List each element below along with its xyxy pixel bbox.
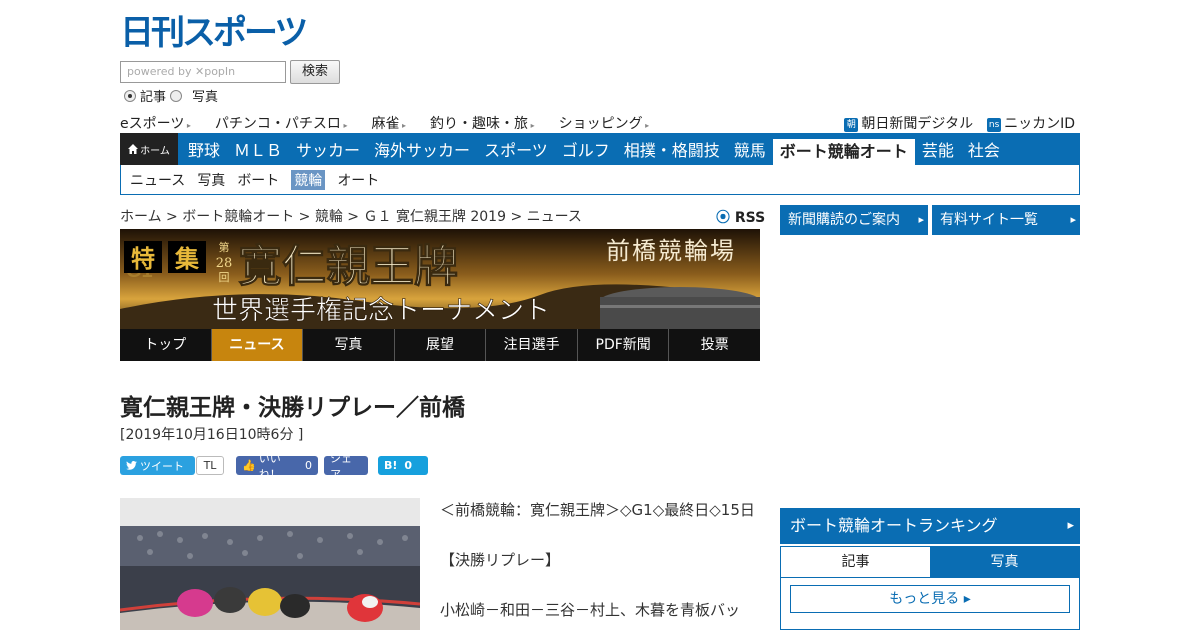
link-mahjong[interactable]: 麻雀 [371,113,406,133]
rss-label: RSS [734,210,766,226]
banner-edition-3: 回 [219,271,230,284]
tweet-label: ツイート [140,459,184,473]
paid-sites-button[interactable]: 有料サイト一覧 [932,205,1080,235]
like-label: いいね！ [258,451,281,481]
article-body: ＜前橋競輪：寛仁親王牌＞◇G1◇最終日◇15日 【決勝リプレー】 小松崎－和田－… [440,498,760,630]
tab-photo[interactable]: 写真 [303,329,395,361]
chevron-right-icon: ▸ [959,591,971,607]
link-asahi-digital[interactable]: 朝朝日新聞デジタル [844,113,973,133]
facebook-like-button[interactable]: 👍 いいね！ 0 [236,452,318,481]
nav-home-label: ホーム [140,145,170,157]
banner-title: 寛仁親王牌 [238,241,458,292]
nav-baseball[interactable]: 野球 [178,133,227,165]
nav-sports[interactable]: スポーツ [477,133,555,165]
main-nav: ホーム 野球 ＭＬＢ サッカー 海外サッカー スポーツ ゴルフ 相撲・格闘技 競… [120,133,1080,165]
more-label: もっと見る [889,591,960,607]
nav-keiba[interactable]: 競馬 [727,133,773,165]
nav-sumo[interactable]: 相撲・格闘技 [617,133,727,165]
share-bar: ツイート TL 👍 いいね！ 0 シェア B! 0 [120,452,428,481]
ranking-tab-photo[interactable]: 写真 [930,547,1079,577]
ranking-tab-article[interactable]: 記事 [781,547,930,577]
banner-venue: 前橋競輪場 [606,237,736,265]
banner-tokushu-2: 集 [174,244,200,273]
radio-photo-label: 写真 [192,90,219,105]
nav-society[interactable]: 社会 [961,133,1007,165]
article-headline: 寛仁親王牌・決勝リプレー／前橋 [120,395,465,421]
radio-photo[interactable] [170,89,183,102]
subscription-guide-button[interactable]: 新聞購読のご案内 [780,205,928,235]
nikkan-id-icon: ns [987,118,1002,132]
tab-voting[interactable]: 投票 [669,329,760,361]
rss-icon: ⦿ [716,210,730,226]
article-paragraph: 小松崎－和田－三谷－村上、木暮を青板バッ [440,601,741,619]
nav-mlb[interactable]: ＭＬＢ [227,133,289,165]
hatena-icon: B! [384,459,398,472]
ranking-title[interactable]: ボート競輪オートランキング [780,508,1080,544]
subnav-boat[interactable]: ボート [237,170,279,190]
link-esports[interactable]: eスポーツ [120,113,191,133]
banner-edition-1: 第 [219,240,230,254]
tab-featured-riders[interactable]: 注目選手 [486,329,578,361]
nav-boat-keirin-auto[interactable]: ボート競輪オート [772,139,915,165]
tab-top[interactable]: トップ [120,329,212,361]
tab-news[interactable]: ニュース [211,329,304,361]
service-links: eスポーツ パチンコ・パチスロ 麻雀 釣り・趣味・旅 ショッピング [120,113,649,133]
nikkan-id-label: ニッカンID [1004,116,1075,132]
article-paragraph: ＜前橋競輪：寛仁親王牌＞◇G1◇最終日◇15日 [440,501,755,519]
subnav-keirin[interactable]: 競輪 [291,169,326,190]
special-feature-banner[interactable]: G1 特 集 第 28 回 寛仁親王牌 前橋競輪場 世界選手権記念トーナメント [120,229,760,329]
nav-world-soccer[interactable]: 海外サッカー [367,133,477,165]
asahi-icon: 朝 [844,118,859,132]
subnav-news[interactable]: ニュース [130,170,185,190]
link-fishing[interactable]: 釣り・趣味・旅 [430,113,535,133]
radio-article[interactable] [124,89,136,102]
subnav-photo[interactable]: 写真 [197,170,225,190]
sub-nav: ニュース 写真 ボート 競輪 オート [120,165,1080,195]
nikkansports-logo[interactable]: 日刊スポーツ [120,12,320,52]
nav-entertainment[interactable]: 芸能 [915,133,961,165]
subnav-auto[interactable]: オート [337,170,379,190]
banner-tokushu-1: 特 [131,244,155,273]
ranking-more-button[interactable]: もっと見る ▸ [790,585,1070,613]
search-button[interactable]: 検索 [290,60,340,84]
ranking-tabs: 記事 写真 [780,546,1080,578]
nav-home[interactable]: ホーム [120,133,178,165]
breadcrumb[interactable]: ホーム > ボート競輪オート > 競輪 > Ｇ１ 寛仁親王牌 2019 > ニュ… [120,206,582,226]
tab-pdf-newspaper[interactable]: PDF新聞 [578,329,670,361]
hatena-bookmark-button[interactable]: B! 0 [378,456,428,475]
tweet-button[interactable]: ツイート [120,456,195,475]
tab-outlook[interactable]: 展望 [395,329,487,361]
banner-subtitle: 世界選手権記念トーナメント [212,296,550,326]
article-paragraph: 【決勝リプレー】 [440,551,561,569]
asahi-label: 朝日新聞デジタル [861,116,974,132]
link-nikkan-id[interactable]: ns ニッカンID [987,113,1075,133]
feature-tabs: トップ ニュース 写真 展望 注目選手 PDF新聞 投票 [120,329,760,361]
twitter-icon [126,461,137,470]
article-photo[interactable] [120,498,420,630]
link-pachinko[interactable]: パチンコ・パチスロ [215,113,348,133]
banner-graphic: G1 特 集 第 28 回 寛仁親王牌 前橋競輪場 世界選手権記念トーナメント [120,229,760,329]
partner-links: 朝朝日新聞デジタル ns ニッカンID [844,113,1075,133]
search-type-radio-group: 記事 写真 [124,86,218,105]
timeline-count[interactable]: TL [196,456,224,475]
link-shopping[interactable]: ショッピング [559,113,650,133]
hatena-count: 0 [404,459,413,472]
like-count: 0 [305,459,312,472]
home-icon [128,144,139,154]
facebook-share-button[interactable]: シェア [324,452,368,481]
logo-text: 日刊スポーツ [120,13,306,50]
thumbs-up-icon: 👍 [242,459,256,472]
keirin-race-photo [120,498,420,630]
article-datetime: [2019年10月16日10時6分 ] [120,427,304,443]
rss-link[interactable]: ⦿ RSS [716,207,765,227]
radio-article-label: 記事 [140,90,167,105]
nav-golf[interactable]: ゴルフ [555,133,617,165]
banner-edition-2: 28 [216,256,233,271]
nav-soccer[interactable]: サッカー [289,133,367,165]
search-input[interactable]: powered by ✕popIn [120,61,286,83]
